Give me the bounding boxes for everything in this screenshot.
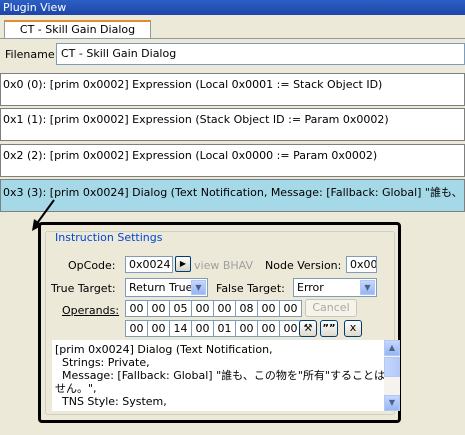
description-line: [prim 0x0024] Dialog (Text Notification, xyxy=(55,343,273,356)
description-line: Message: [Fallback: Global] "誰も、この物を"所有"… xyxy=(55,369,384,382)
chevron-down-icon[interactable]: ▼ xyxy=(360,280,375,295)
instruction-row[interactable]: 0x2 (2): [prim 0x0002] Expression (Local… xyxy=(0,144,465,177)
group-title: Instruction Settings xyxy=(53,231,165,244)
false-target-value: Error xyxy=(297,281,324,294)
description-line: せん。", xyxy=(55,382,97,395)
instruction-text: 0x0 (0): [prim 0x0002] Expression (Local… xyxy=(3,78,383,91)
filename-label: Filename xyxy=(5,48,55,61)
operand-field[interactable]: 00 xyxy=(191,320,214,337)
operand-field[interactable]: 08 xyxy=(235,300,258,317)
operand-field[interactable]: 00 xyxy=(191,300,214,317)
description-line: TNS Style: System, xyxy=(55,395,167,408)
quote-button[interactable]: ”” xyxy=(320,320,338,337)
instruction-description[interactable]: [prim 0x0024] Dialog (Text Notification,… xyxy=(52,340,384,411)
operand-field[interactable]: 00 xyxy=(147,300,170,317)
chevron-down-icon[interactable]: ▼ xyxy=(191,280,206,295)
instruction-settings-popup: Instruction Settings OpCode: 0x0024 ▶ vi… xyxy=(38,222,401,423)
filename-field[interactable]: CT - Skill Gain Dialog xyxy=(56,43,465,65)
view-bhav-arrow-button[interactable]: ▶ xyxy=(175,256,191,272)
node-version-label: Node Version: xyxy=(265,259,342,272)
operand-field[interactable]: 00 xyxy=(213,300,236,317)
operand-field[interactable]: 00 xyxy=(257,300,280,317)
operand-field[interactable]: 00 xyxy=(257,320,280,337)
scroll-thumb[interactable] xyxy=(384,357,400,377)
operand-field[interactable]: 14 xyxy=(169,320,192,337)
instruction-text: 0x1 (1): [prim 0x0002] Expression (Stack… xyxy=(3,113,389,126)
true-target-select[interactable]: Return True ▼ xyxy=(125,278,208,297)
operand-field[interactable]: 00 xyxy=(125,300,148,317)
instruction-settings-group: Instruction Settings OpCode: 0x0024 ▶ vi… xyxy=(45,231,400,415)
window-title: Plugin View xyxy=(0,0,465,15)
instruction-text: 0x2 (2): [prim 0x0002] Expression (Local… xyxy=(3,149,378,162)
operand-field[interactable]: 05 xyxy=(169,300,192,317)
instruction-text: 0x3 (3): [prim 0x0024] Dialog (Text Noti… xyxy=(3,186,464,199)
true-target-label: True Target: xyxy=(51,282,116,295)
description-scrollbar[interactable]: ▲ ▼ xyxy=(384,340,400,411)
play-icon: ▶ xyxy=(179,259,187,268)
wrench-icon: ⚒ xyxy=(303,323,313,334)
operand-field[interactable]: 00 xyxy=(235,320,258,337)
description-line: Strings: Private, xyxy=(55,356,150,369)
false-target-select[interactable]: Error ▼ xyxy=(293,278,377,297)
operands-label: Operands: xyxy=(62,304,120,317)
view-bhav-link[interactable]: view BHAV xyxy=(194,259,253,272)
false-target-label: False Target: xyxy=(216,282,285,295)
operand-field[interactable]: 01 xyxy=(213,320,236,337)
operand-field[interactable]: 00 xyxy=(279,300,302,317)
node-version-field[interactable]: 0x00 xyxy=(346,256,377,273)
scroll-down-arrow-icon[interactable]: ▼ xyxy=(384,395,400,411)
tools-button[interactable]: ⚒ xyxy=(299,320,317,337)
operand-field[interactable]: 00 xyxy=(147,320,170,337)
tab-skill-gain-dialog[interactable]: CT - Skill Gain Dialog xyxy=(4,20,151,39)
cancel-button[interactable]: Cancel xyxy=(305,299,357,317)
opcode-field[interactable]: 0x0024 xyxy=(125,256,173,273)
scroll-up-arrow-icon[interactable]: ▲ xyxy=(384,340,400,356)
close-button[interactable]: x xyxy=(344,320,362,337)
instruction-row[interactable]: 0x1 (1): [prim 0x0002] Expression (Stack… xyxy=(0,108,465,141)
instruction-row-selected[interactable]: 0x3 (3): [prim 0x0024] Dialog (Text Noti… xyxy=(0,179,465,212)
true-target-value: Return True xyxy=(129,281,193,294)
opcode-label: OpCode: xyxy=(68,259,116,272)
instruction-row[interactable]: 0x0 (0): [prim 0x0002] Expression (Local… xyxy=(0,73,465,106)
operand-field[interactable]: 00 xyxy=(125,320,148,337)
